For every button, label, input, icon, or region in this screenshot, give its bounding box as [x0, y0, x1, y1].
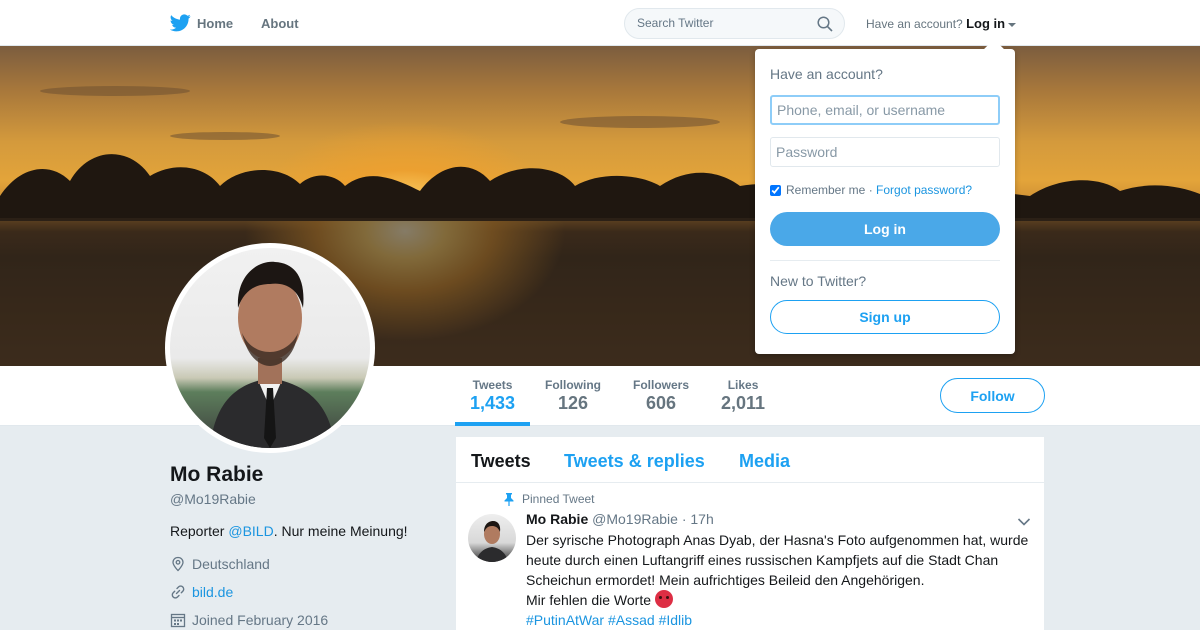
joined-text: Joined February 2016 [192, 612, 329, 628]
tweet-line2-text: Mir fehlen die Worte [526, 592, 652, 608]
account-prompt: Have an account? [866, 17, 963, 31]
pin-icon [504, 492, 514, 506]
stat-tweets-label: Tweets [472, 378, 513, 392]
stat-tweets-value: 1,433 [470, 393, 516, 413]
login-dropdown: Have an account? Remember me · Forgot pa… [755, 39, 1015, 354]
link-icon [171, 585, 185, 599]
password-input[interactable] [770, 137, 1000, 167]
nav-about-link[interactable]: About [261, 0, 299, 46]
timeline-tabs: Tweets Tweets & replies Media [456, 437, 1044, 483]
dropdown-divider [770, 260, 1000, 261]
remember-me-label[interactable]: Remember me [786, 183, 865, 197]
tweet-line2: Mir fehlen die Worte [526, 590, 1036, 610]
avatar-photo [170, 248, 370, 448]
stat-tweets[interactable]: Tweets 1,433 [470, 378, 515, 414]
tweet-author-avatar[interactable] [468, 514, 516, 562]
tab-tweets-replies[interactable]: Tweets & replies [564, 451, 705, 472]
login-button[interactable]: Log in [770, 212, 1000, 246]
calendar-icon [170, 613, 186, 628]
nav-home-label: Home [197, 15, 234, 31]
stat-followers[interactable]: Followers 606 [633, 378, 689, 414]
nav-home-link[interactable]: Home [170, 0, 233, 46]
stat-likes-value: 2,011 [721, 393, 766, 413]
stat-likes-label: Likes [727, 378, 759, 392]
angry-face-emoji-icon [654, 590, 673, 608]
tweet-author-name[interactable]: Mo Rabie [526, 511, 588, 527]
twitter-bird-icon [170, 14, 191, 32]
profile-location: Deutschland [170, 556, 270, 572]
top-navigation-bar: Home About Have an account? Log in [0, 0, 1200, 46]
timeline-panel: Tweets Tweets & replies Media Pinned Twe… [456, 437, 1044, 630]
remember-me-row: Remember me · Forgot password? [770, 183, 972, 197]
profile-bio: Reporter @BILD. Nur meine Meinung! [170, 523, 408, 539]
bio-prefix: Reporter [170, 523, 229, 539]
tweet-options-chevron-icon[interactable] [1017, 517, 1031, 527]
profile-handle[interactable]: @Mo19Rabie [170, 491, 256, 507]
account-menu[interactable]: Have an account? Log in [866, 16, 1017, 31]
profile-joined: Joined February 2016 [170, 612, 328, 628]
hashtag-link[interactable]: #Idlib [659, 612, 692, 628]
tab-tweets[interactable]: Tweets [471, 451, 531, 472]
stat-followers-value: 606 [645, 393, 677, 413]
remember-separator: · [868, 183, 873, 197]
search-box [624, 8, 845, 39]
login-dropdown-title: Have an account? [770, 66, 883, 82]
tweet-text: Der syrische Photograph Anas Dyab, der H… [526, 530, 1036, 630]
follow-button[interactable]: Follow [940, 378, 1045, 413]
website-link[interactable]: bild.de [192, 584, 233, 600]
signup-button[interactable]: Sign up [770, 300, 1000, 334]
caret-down-icon[interactable] [1008, 22, 1017, 27]
pinned-label-text: Pinned Tweet [522, 492, 595, 506]
login-menu-label[interactable]: Log in [966, 16, 1005, 31]
active-stat-indicator [455, 422, 530, 426]
profile-avatar[interactable] [165, 243, 375, 453]
bio-mention-link[interactable]: @BILD [228, 523, 273, 539]
search-icon[interactable] [817, 16, 833, 32]
stat-followers-label: Followers [633, 378, 690, 392]
location-pin-icon [172, 556, 184, 572]
stat-following[interactable]: Following 126 [545, 378, 601, 414]
new-to-twitter-prompt: New to Twitter? [770, 273, 867, 289]
remember-me-checkbox[interactable] [770, 184, 781, 196]
stat-likes[interactable]: Likes 2,011 [721, 378, 765, 414]
search-input[interactable] [637, 16, 807, 30]
tweet-author-handle[interactable]: @Mo19Rabie [592, 511, 678, 527]
tab-media[interactable]: Media [739, 451, 790, 472]
profile-name[interactable]: Mo Rabie [170, 463, 263, 487]
pinned-tweet-label: Pinned Tweet [504, 492, 595, 506]
hashtag-link[interactable]: #PutinAtWar [526, 612, 604, 628]
hashtag-link[interactable]: #Assad [608, 612, 655, 628]
location-text: Deutschland [192, 556, 270, 572]
stat-following-value: 126 [557, 393, 589, 413]
stat-following-label: Following [545, 378, 601, 392]
username-input[interactable] [770, 95, 1000, 125]
bio-suffix: . Nur meine Meinung! [273, 523, 408, 539]
tweet-hashtags: #PutinAtWar #Assad #Idlib [526, 610, 1036, 630]
forgot-password-link[interactable]: Forgot password? [876, 183, 972, 197]
profile-website: bild.de [170, 584, 233, 600]
tweet-header: Mo Rabie @Mo19Rabie · 17h [526, 511, 714, 527]
tweet-body: Der syrische Photograph Anas Dyab, der H… [526, 532, 1029, 588]
tweet-timestamp[interactable]: · 17h [682, 511, 714, 527]
